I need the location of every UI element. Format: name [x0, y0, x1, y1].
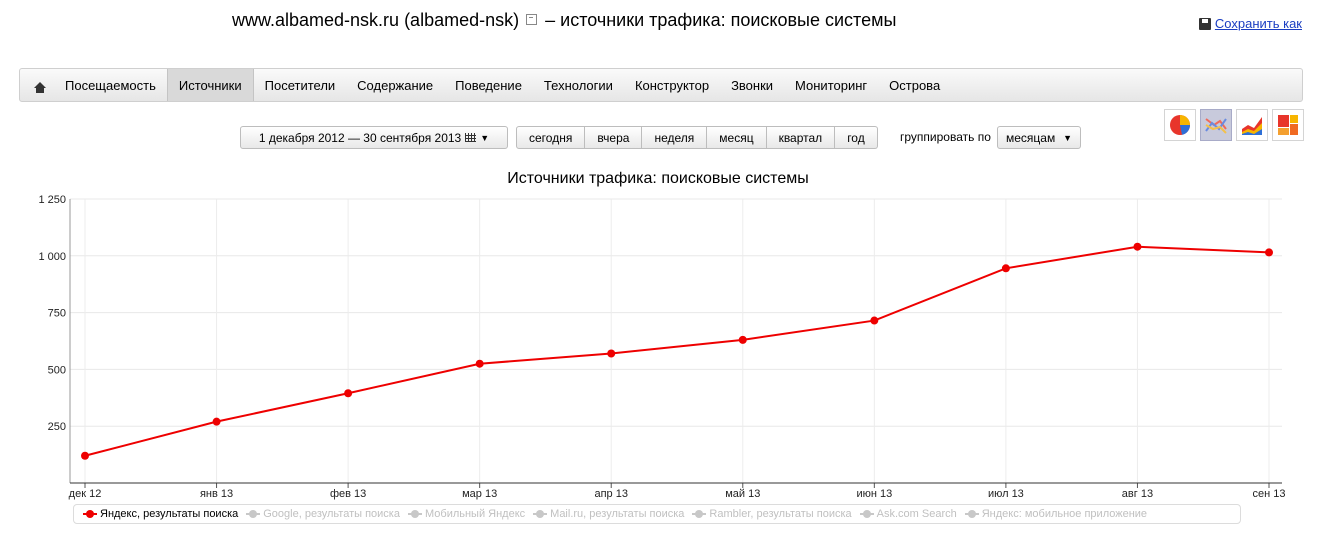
legend-marker-icon	[246, 510, 261, 518]
y-tick-label: 1 000	[38, 251, 66, 263]
chart-legend: Яндекс, результаты поиска Google, результ…	[73, 504, 1241, 524]
legend-label: Mail.ru, результаты поиска	[550, 508, 685, 520]
legend-label: Ask.com Search	[876, 508, 957, 520]
y-tick-label: 250	[48, 421, 66, 433]
legend-label: Яндекс: мобильное приложение	[981, 508, 1148, 520]
legend-item-3[interactable]: Mail.ru, результаты поиска	[533, 508, 684, 520]
x-tick-label: дек 12	[69, 488, 102, 500]
legend-item-0[interactable]: Яндекс, результаты поиска	[83, 508, 238, 520]
legend-item-2[interactable]: Мобильный Яндекс	[407, 508, 526, 520]
legend-marker-icon	[407, 510, 422, 518]
legend-item-6[interactable]: Яндекс: мобильное приложение	[964, 508, 1148, 520]
legend-marker-icon	[83, 510, 97, 518]
legend-item-4[interactable]: Rambler, результаты поиска	[692, 508, 852, 520]
legend-item-5[interactable]: Ask.com Search	[859, 508, 957, 520]
data-point	[870, 316, 879, 325]
legend-item-1[interactable]: Google, результаты поиска	[246, 508, 400, 520]
data-point	[607, 349, 616, 358]
x-tick-label: май 13	[725, 488, 760, 500]
legend-label: Мобильный Яндекс	[424, 508, 526, 520]
data-point	[81, 451, 89, 460]
data-point	[1133, 242, 1142, 251]
legend-marker-icon	[859, 510, 874, 518]
legend-label: Яндекс, результаты поиска	[100, 508, 239, 520]
series-line	[84, 245, 1270, 457]
data-point	[344, 389, 353, 398]
x-tick-label: авг 13	[1122, 488, 1153, 500]
y-tick-label: 750	[48, 308, 66, 320]
data-point	[1265, 248, 1273, 257]
x-tick-label: янв 13	[200, 488, 233, 500]
y-tick-label: 1 250	[38, 194, 66, 206]
x-tick-label: апр 13	[594, 488, 627, 500]
legend-label: Rambler, результаты поиска	[709, 508, 852, 520]
legend-label: Google, результаты поиска	[263, 508, 400, 520]
data-point	[475, 359, 484, 368]
x-tick-label: июн 13	[856, 488, 892, 500]
legend-marker-icon	[533, 510, 548, 518]
y-tick-label: 500	[48, 364, 66, 376]
data-point	[1001, 264, 1010, 273]
line-chart: 250 500 750 1 000 1 250 дек 12 янв 13 фев 13 мар…	[38, 194, 1286, 500]
x-tick-label: июл 13	[988, 488, 1024, 500]
legend-marker-icon	[964, 510, 979, 518]
data-point	[738, 335, 747, 344]
x-tick-label: сен 13	[1253, 488, 1286, 500]
legend-marker-icon	[692, 510, 707, 518]
data-point	[212, 417, 221, 426]
x-tick-label: мар 13	[462, 488, 497, 500]
x-tick-label: фев 13	[330, 488, 366, 500]
